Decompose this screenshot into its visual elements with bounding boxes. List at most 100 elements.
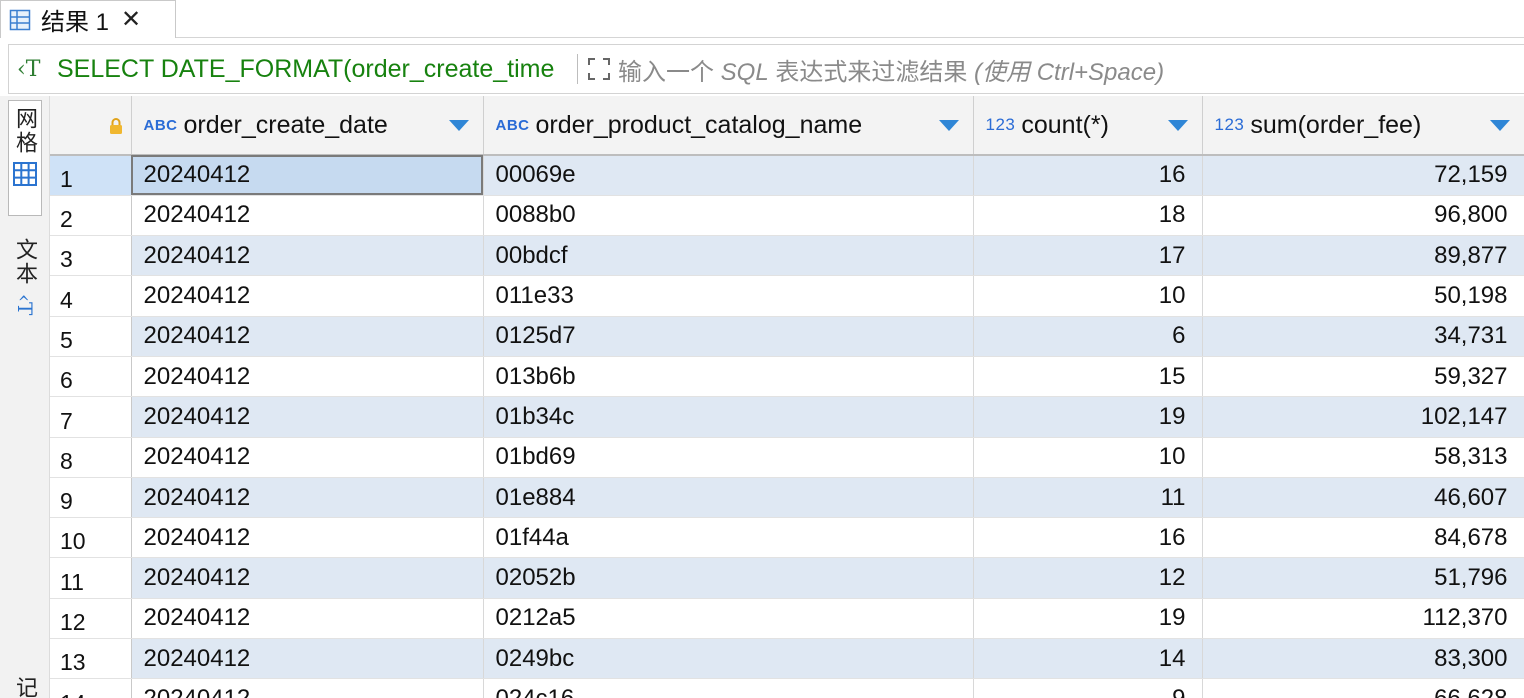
- cell-count[interactable]: 16: [973, 517, 1203, 559]
- table-row[interactable]: 10 20240412 01f44a 16 84,678: [50, 517, 1524, 559]
- cell-count[interactable]: 19: [973, 598, 1203, 640]
- cell-sum-order-fee[interactable]: 51,796: [1202, 557, 1524, 599]
- row-number[interactable]: 11: [50, 557, 132, 599]
- column-header-count[interactable]: 123 count(*): [973, 96, 1203, 156]
- filter-input[interactable]: 输入一个 SQL 表达式来过滤结果 (使用 Ctrl+Space): [618, 52, 1164, 87]
- cell-count[interactable]: 16: [973, 155, 1203, 196]
- cell-catalog-name[interactable]: 00069e: [483, 155, 974, 196]
- row-number[interactable]: 4: [50, 275, 132, 317]
- cell-sum-order-fee[interactable]: 46,607: [1202, 477, 1524, 519]
- cell-catalog-name[interactable]: 0249bc: [483, 638, 974, 680]
- row-number[interactable]: 6: [50, 356, 132, 398]
- cell-catalog-name[interactable]: 02052b: [483, 557, 974, 599]
- sql-query-text[interactable]: SELECT DATE_FORMAT(order_create_time: [57, 55, 573, 84]
- cell-order-create-date[interactable]: 20240412: [131, 678, 484, 698]
- table-row[interactable]: 12 20240412 0212a5 19 112,370: [50, 598, 1524, 640]
- cell-order-create-date[interactable]: 20240412: [131, 195, 484, 237]
- table-row[interactable]: 14 20240412 024c16 9 66,628: [50, 678, 1524, 698]
- cell-count[interactable]: 9: [973, 678, 1203, 698]
- row-number[interactable]: 2: [50, 195, 132, 237]
- cell-catalog-name[interactable]: 024c16: [483, 678, 974, 698]
- cell-catalog-name[interactable]: 0088b0: [483, 195, 974, 237]
- cell-count[interactable]: 14: [973, 638, 1203, 680]
- table-row[interactable]: 4 20240412 011e33 10 50,198: [50, 275, 1524, 317]
- grid-view-tab[interactable]: 网格: [8, 100, 42, 216]
- cell-count[interactable]: 12: [973, 557, 1203, 599]
- cell-order-create-date[interactable]: 20240412: [131, 477, 484, 519]
- cell-catalog-name[interactable]: 01b34c: [483, 396, 974, 438]
- cell-count[interactable]: 19: [973, 396, 1203, 438]
- cell-order-create-date[interactable]: 20240412: [131, 356, 484, 398]
- table-row[interactable]: 13 20240412 0249bc 14 83,300: [50, 638, 1524, 680]
- cell-catalog-name[interactable]: 013b6b: [483, 356, 974, 398]
- row-number[interactable]: 8: [50, 437, 132, 478]
- table-row[interactable]: 6 20240412 013b6b 15 59,327: [50, 356, 1524, 398]
- cell-order-create-date[interactable]: 20240412: [131, 155, 484, 196]
- column-header-order-product-catalog-name[interactable]: ABC order_product_catalog_name: [483, 96, 974, 156]
- cell-count[interactable]: 6: [973, 316, 1203, 357]
- cell-order-create-date[interactable]: 20240412: [131, 598, 484, 640]
- cell-sum-order-fee[interactable]: 102,147: [1202, 396, 1524, 438]
- cell-order-create-date[interactable]: 20240412: [131, 235, 484, 277]
- cell-count[interactable]: 17: [973, 235, 1203, 277]
- table-row[interactable]: 7 20240412 01b34c 19 102,147: [50, 396, 1524, 438]
- row-number[interactable]: 3: [50, 235, 132, 277]
- cell-sum-order-fee[interactable]: 50,198: [1202, 275, 1524, 317]
- text-view-tab[interactable]: 文本 ‹T: [8, 232, 42, 422]
- cell-count[interactable]: 18: [973, 195, 1203, 237]
- cell-catalog-name[interactable]: 01bd69: [483, 437, 974, 478]
- tab-result-1[interactable]: 结果 1 ✕: [0, 0, 176, 38]
- row-number[interactable]: 1: [50, 155, 132, 196]
- table-row[interactable]: 5 20240412 0125d7 6 34,731: [50, 316, 1524, 357]
- table-row[interactable]: 8 20240412 01bd69 10 58,313: [50, 437, 1524, 478]
- cell-order-create-date[interactable]: 20240412: [131, 396, 484, 438]
- table-row[interactable]: 11 20240412 02052b 12 51,796: [50, 557, 1524, 599]
- chevron-down-icon[interactable]: [1167, 120, 1188, 131]
- chevron-down-icon[interactable]: [938, 120, 959, 131]
- cell-sum-order-fee[interactable]: 83,300: [1202, 638, 1524, 680]
- cell-catalog-name[interactable]: 0125d7: [483, 316, 974, 357]
- cell-order-create-date[interactable]: 20240412: [131, 437, 484, 478]
- column-header-order-create-date[interactable]: ABC order_create_date: [131, 96, 484, 156]
- cell-sum-order-fee[interactable]: 112,370: [1202, 598, 1524, 640]
- chevron-down-icon[interactable]: [1489, 120, 1510, 131]
- row-number[interactable]: 13: [50, 638, 132, 680]
- row-number[interactable]: 5: [50, 316, 132, 357]
- column-header-sum-order-fee[interactable]: 123 sum(order_fee): [1202, 96, 1524, 156]
- row-number[interactable]: 7: [50, 396, 132, 438]
- sql-text-icon[interactable]: ‹T: [17, 57, 57, 82]
- cell-sum-order-fee[interactable]: 34,731: [1202, 316, 1524, 357]
- table-row[interactable]: 2 20240412 0088b0 18 96,800: [50, 195, 1524, 237]
- row-number[interactable]: 14: [50, 678, 132, 698]
- cell-sum-order-fee[interactable]: 72,159: [1202, 155, 1524, 196]
- cell-order-create-date[interactable]: 20240412: [131, 557, 484, 599]
- cell-count[interactable]: 15: [973, 356, 1203, 398]
- expand-icon[interactable]: [584, 54, 614, 84]
- cell-sum-order-fee[interactable]: 66,628: [1202, 678, 1524, 698]
- cell-catalog-name[interactable]: 01e884: [483, 477, 974, 519]
- table-row[interactable]: 1 20240412 00069e 16 72,159: [50, 155, 1524, 196]
- cell-order-create-date[interactable]: 20240412: [131, 275, 484, 317]
- cell-sum-order-fee[interactable]: 84,678: [1202, 517, 1524, 559]
- cell-count[interactable]: 11: [973, 477, 1203, 519]
- cell-catalog-name[interactable]: 0212a5: [483, 598, 974, 640]
- cell-count[interactable]: 10: [973, 437, 1203, 478]
- row-header-corner[interactable]: [50, 96, 132, 156]
- cell-catalog-name[interactable]: 011e33: [483, 275, 974, 317]
- cell-sum-order-fee[interactable]: 59,327: [1202, 356, 1524, 398]
- cell-sum-order-fee[interactable]: 58,313: [1202, 437, 1524, 478]
- cell-order-create-date[interactable]: 20240412: [131, 638, 484, 680]
- row-number[interactable]: 12: [50, 598, 132, 640]
- cell-catalog-name[interactable]: 00bdcf: [483, 235, 974, 277]
- close-icon[interactable]: ✕: [121, 7, 141, 32]
- chevron-down-icon[interactable]: [448, 120, 469, 131]
- record-view-tab[interactable]: 记: [8, 676, 42, 698]
- table-row[interactable]: 3 20240412 00bdcf 17 89,877: [50, 235, 1524, 277]
- row-number[interactable]: 10: [50, 517, 132, 559]
- cell-catalog-name[interactable]: 01f44a: [483, 517, 974, 559]
- cell-order-create-date[interactable]: 20240412: [131, 316, 484, 357]
- row-number[interactable]: 9: [50, 477, 132, 519]
- cell-sum-order-fee[interactable]: 96,800: [1202, 195, 1524, 237]
- cell-count[interactable]: 10: [973, 275, 1203, 317]
- cell-order-create-date[interactable]: 20240412: [131, 517, 484, 559]
